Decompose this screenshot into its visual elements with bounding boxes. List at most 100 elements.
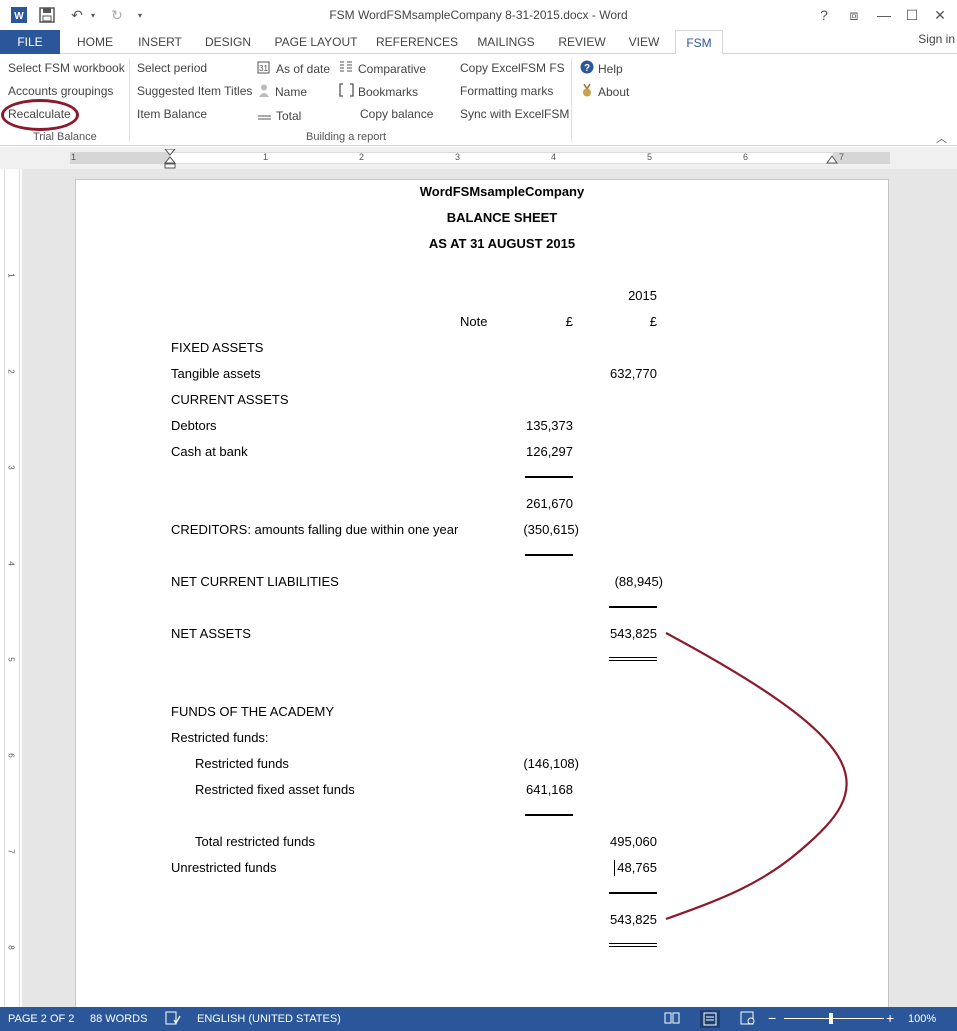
comparative-button[interactable]: Comparative (339, 60, 426, 77)
total-funds-value: 543,825 (610, 912, 657, 927)
sync-with-excelfsm-button[interactable]: Sync with ExcelFSM (460, 107, 569, 121)
ruler-number: 5 (647, 152, 653, 162)
zoom-slider-track[interactable] (784, 1018, 884, 1019)
name-button[interactable]: Name (257, 83, 307, 100)
name-label: Name (275, 84, 308, 99)
sign-in-link[interactable]: Sign in (918, 32, 955, 46)
as-of-date-label: As of date (276, 61, 331, 76)
right-indent-marker-icon[interactable] (826, 155, 838, 165)
unrestricted-funds-label: Unrestricted funds (171, 860, 277, 875)
group-separator (129, 58, 130, 142)
ribbon-tabs: FILE HOME INSERT DESIGN PAGE LAYOUT REFE… (0, 30, 957, 55)
document-page[interactable]: WordFSMsampleCompany BALANCE SHEET AS AT… (75, 179, 889, 1007)
select-fsm-workbook-button[interactable]: Select FSM workbook (8, 61, 125, 75)
debtors-label: Debtors (171, 418, 217, 433)
cash-at-bank-label: Cash at bank (171, 444, 248, 459)
ruler-number: 6 (743, 152, 749, 162)
net-current-liabilities-value: (88,945) (614, 574, 663, 589)
subtotal-rule (609, 606, 657, 608)
zoom-in-icon[interactable]: + (886, 1010, 894, 1026)
group-separator (571, 58, 572, 142)
medal-icon (580, 83, 594, 100)
subtotal-rule (609, 892, 657, 894)
language-indicator[interactable]: ENGLISH (UNITED STATES) (197, 1013, 341, 1025)
bookmarks-button[interactable]: Bookmarks (339, 83, 418, 100)
close-icon[interactable]: ✕ (928, 4, 952, 26)
document-workspace[interactable]: WordFSMsampleCompany BALANCE SHEET AS AT… (22, 169, 957, 1007)
tangible-assets-value: 632,770 (610, 366, 657, 381)
minimize-icon[interactable]: — (872, 4, 896, 26)
svg-text:31: 31 (259, 64, 268, 73)
horizontal-ruler[interactable]: 1 1 2 3 4 5 6 7 (0, 147, 957, 169)
svg-text:?: ? (584, 63, 590, 74)
about-button[interactable]: About (580, 83, 629, 100)
tab-page-layout[interactable]: PAGE LAYOUT (270, 30, 362, 54)
accounts-groupings-button[interactable]: Accounts groupings (8, 84, 113, 98)
total-label: Total (276, 108, 302, 123)
tab-mailings[interactable]: MAILINGS (472, 30, 540, 54)
total-button[interactable]: Total (257, 107, 301, 124)
tab-fsm[interactable]: FSM (675, 30, 723, 55)
vertical-ruler[interactable]: 1 2 3 4 5 6 7 8 (4, 169, 20, 1007)
double-underline-icon (257, 107, 272, 124)
creditors-label: CREDITORS: amounts falling due within on… (171, 522, 459, 537)
double-rule (609, 943, 657, 947)
about-label: About (598, 84, 630, 99)
tab-references[interactable]: REFERENCES (376, 30, 458, 54)
date-heading: AS AT 31 AUGUST 2015 (428, 236, 576, 251)
read-mode-icon[interactable] (664, 1011, 680, 1028)
tab-file[interactable]: FILE (0, 30, 60, 54)
ruler-number: 6 (6, 753, 16, 758)
copy-balance-button[interactable]: Copy balance (360, 107, 433, 121)
web-layout-icon[interactable] (740, 1011, 756, 1028)
restricted-funds-value: (146,108) (523, 756, 579, 771)
ruler-number: 8 (6, 945, 16, 950)
ribbon: Select FSM workbook Accounts groupings R… (0, 54, 957, 146)
help-button[interactable]: ? Help (580, 60, 623, 77)
zoom-level[interactable]: 100% (908, 1013, 936, 1025)
total-restricted-funds-value: 495,060 (610, 834, 657, 849)
restricted-fixed-asset-funds-value: 641,168 (526, 782, 573, 797)
group-label-trial-balance: Trial Balance (33, 131, 97, 143)
page-count[interactable]: PAGE 2 OF 2 (8, 1013, 74, 1025)
ribbon-display-options-icon[interactable]: ⧈ (842, 4, 866, 26)
current-assets-total: 261,670 (526, 496, 573, 511)
debtors-value: 135,373 (526, 418, 573, 433)
suggested-item-titles-button[interactable]: Suggested Item Titles (137, 84, 252, 98)
select-period-button[interactable]: Select period (137, 61, 207, 75)
tab-insert[interactable]: INSERT (132, 30, 188, 54)
currency-header-col2: £ (649, 314, 657, 329)
comparative-label: Comparative (358, 61, 427, 76)
tab-view[interactable]: VIEW (622, 30, 666, 54)
bookmarks-label: Bookmarks (358, 84, 419, 99)
zoom-out-icon[interactable]: − (768, 1010, 776, 1026)
word-count[interactable]: 88 WORDS (90, 1013, 147, 1025)
funds-of-academy-heading: FUNDS OF THE ACADEMY (171, 704, 335, 719)
ruler-number: 5 (6, 657, 16, 662)
print-layout-icon[interactable] (700, 1010, 720, 1028)
net-assets-value: 543,825 (610, 626, 657, 641)
collapse-ribbon-icon[interactable]: ︿ (936, 130, 947, 146)
help-circle-icon: ? (580, 60, 594, 77)
proofing-icon[interactable] (165, 1011, 181, 1028)
status-bar: PAGE 2 OF 2 88 WORDS ENGLISH (UNITED STA… (0, 1007, 957, 1031)
fixed-assets-heading: FIXED ASSETS (171, 340, 264, 355)
tab-home[interactable]: HOME (68, 30, 122, 54)
zoom-slider-thumb[interactable] (829, 1013, 833, 1024)
item-balance-button[interactable]: Item Balance (137, 107, 207, 121)
as-of-date-button[interactable]: 31 As of date (257, 60, 330, 77)
ruler-number: 7 (839, 152, 845, 162)
ruler-number: 1 (263, 152, 269, 162)
formatting-marks-button[interactable]: Formatting marks (460, 84, 553, 98)
tab-design[interactable]: DESIGN (200, 30, 256, 54)
total-restricted-funds-label: Total restricted funds (195, 834, 315, 849)
subtotal-rule (525, 814, 573, 816)
bracket-icon (339, 83, 354, 100)
maximize-icon[interactable]: ☐ (900, 4, 924, 26)
unrestricted-funds-value[interactable]: 48,765 (576, 860, 657, 875)
help-icon[interactable]: ? (812, 4, 836, 26)
tab-review[interactable]: REVIEW (554, 30, 610, 54)
ruler-number: 4 (6, 561, 16, 566)
indent-marker-icon[interactable] (163, 149, 177, 169)
copy-excelfsm-fs-button[interactable]: Copy ExcelFSM FS (460, 61, 565, 75)
